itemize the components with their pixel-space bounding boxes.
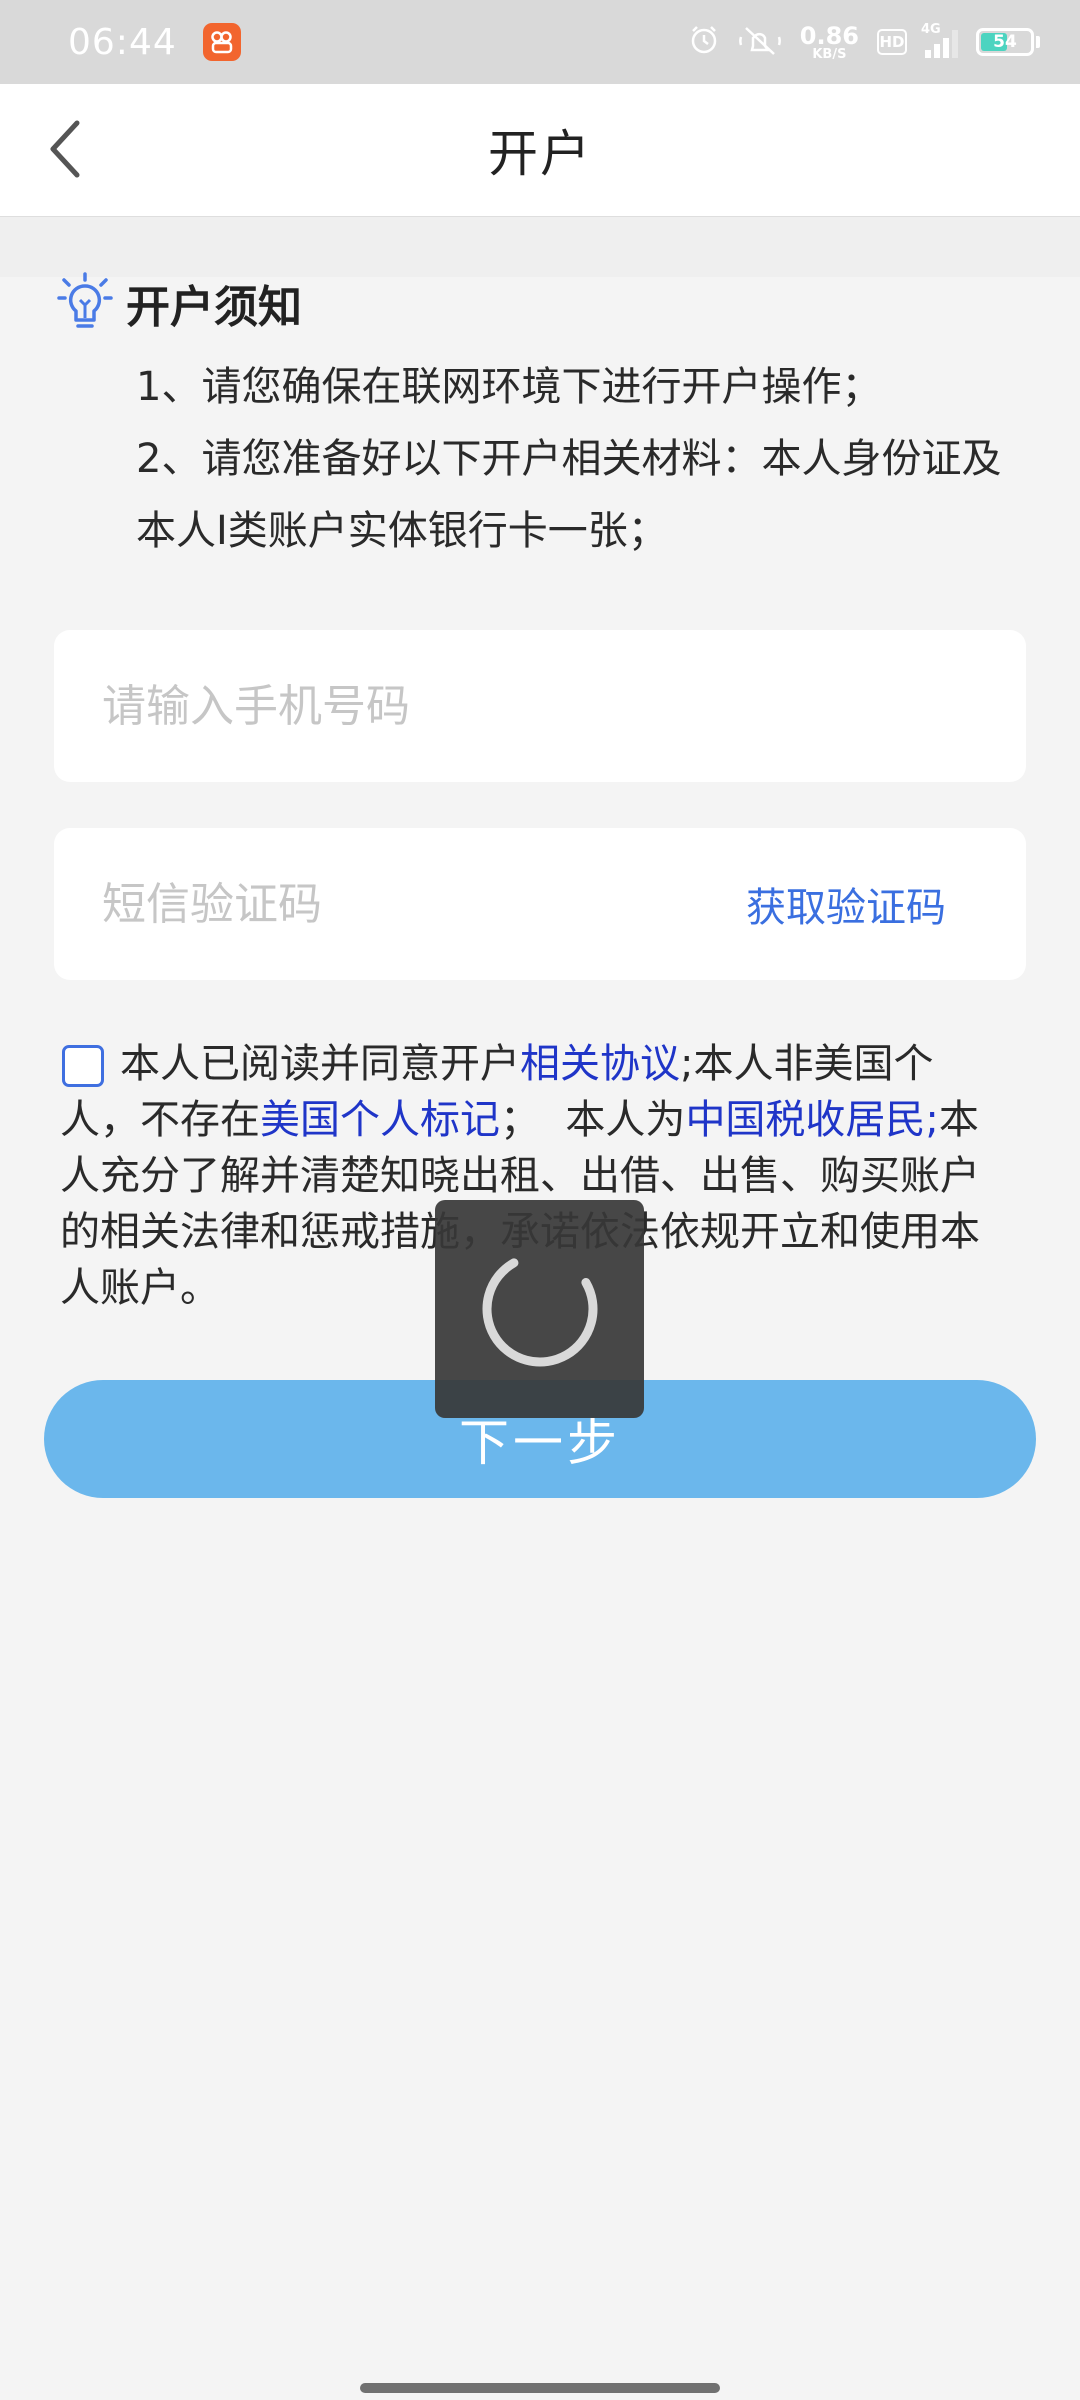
signal-icon: 4G xyxy=(921,22,958,58)
net-speed-unit: KB/S xyxy=(812,46,847,62)
status-bar: 06:44 0.86 KB/S HD 4G 54 xyxy=(0,0,1080,84)
hd-badge: HD xyxy=(877,29,907,55)
notice-item-1: 1、请您确保在联网环境下进行开户操作； xyxy=(136,364,882,410)
net-speed-value: 0.86 xyxy=(799,21,859,50)
page-title: 开户 xyxy=(488,125,592,183)
alarm-icon xyxy=(688,24,720,60)
top-band xyxy=(0,217,1080,277)
us-person-mark-link[interactable]: 美国个人标记 xyxy=(260,1097,500,1143)
sms-code-input[interactable] xyxy=(100,877,746,931)
notice-item-2: 2、请您准备好以下开户相关材料：本人身份证及本人I类账户实体银行卡一张； xyxy=(136,436,1002,554)
loading-overlay xyxy=(435,1200,644,1418)
battery-icon: 54 xyxy=(976,28,1034,56)
app-badge-icon xyxy=(202,23,241,61)
sms-field-container: 获取验证码 xyxy=(54,828,1026,980)
chevron-left-icon xyxy=(50,120,80,178)
mute-icon xyxy=(738,24,782,60)
battery-text: 54 xyxy=(993,32,1017,52)
notice-header: 开户须知 xyxy=(56,270,302,336)
loading-spinner-icon xyxy=(482,1251,597,1367)
related-agreement-link[interactable]: 相关协议 xyxy=(520,1041,680,1087)
notice-title: 开户须知 xyxy=(126,282,302,333)
home-indicator[interactable] xyxy=(360,2383,720,2393)
back-button[interactable] xyxy=(30,114,100,184)
network-type: 4G xyxy=(921,22,941,37)
status-icons: 0.86 KB/S HD 4G 54 xyxy=(688,22,1040,61)
agreement-text-1: 本人已阅读并同意开户 xyxy=(120,1041,520,1087)
get-code-button[interactable]: 获取验证码 xyxy=(746,875,946,933)
status-time: 06:44 xyxy=(68,21,177,63)
phone-field-container xyxy=(54,630,1026,782)
nav-bar: 开户 xyxy=(0,84,1080,217)
battery-tip xyxy=(1036,36,1040,48)
agreement-text-3: ； 本人为 xyxy=(500,1097,686,1143)
phone-input[interactable] xyxy=(100,679,980,733)
china-tax-resident-link[interactable]: 中国税收居民; xyxy=(685,1097,938,1143)
net-speed: 0.86 KB/S xyxy=(800,24,859,61)
lightbulb-icon xyxy=(56,270,114,336)
